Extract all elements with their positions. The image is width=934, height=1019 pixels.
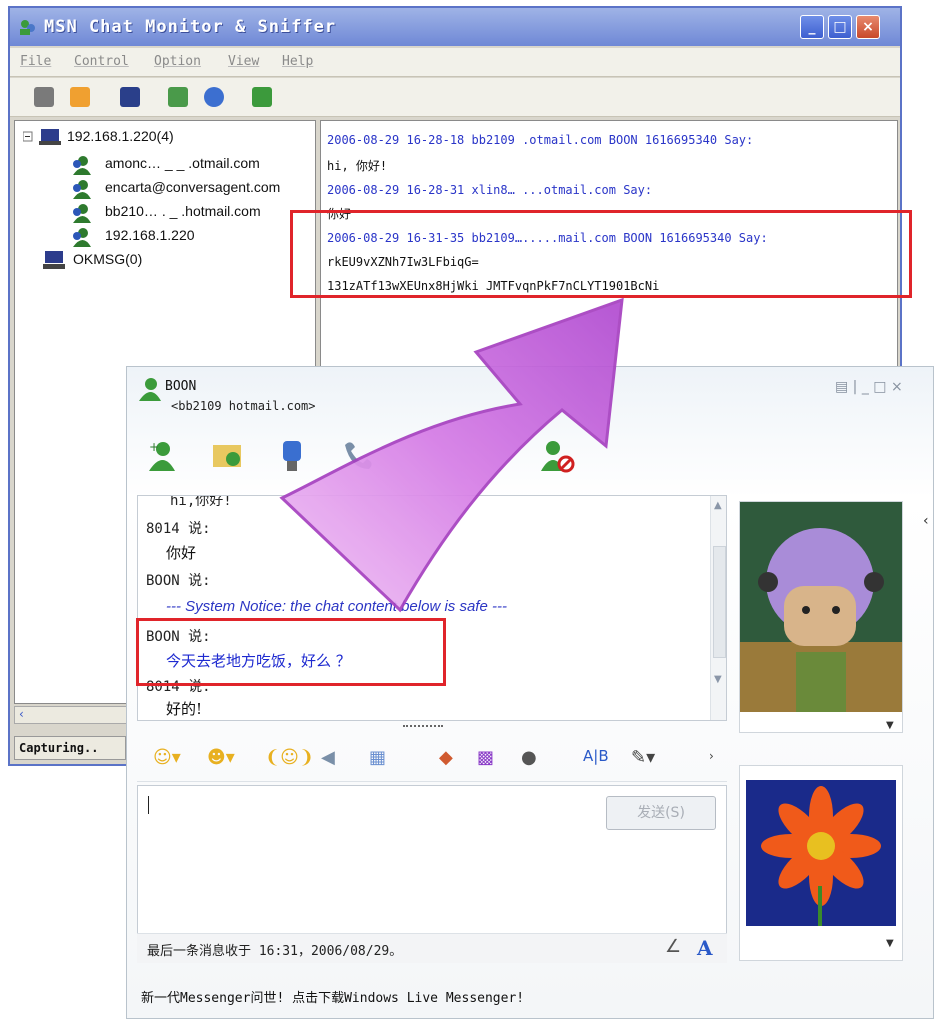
- background-icon[interactable]: ▦: [369, 747, 386, 768]
- tree-root-ip[interactable]: 192.168.1.220(4): [67, 128, 174, 144]
- call-icon[interactable]: [341, 439, 375, 471]
- gif-icon[interactable]: ●: [521, 747, 537, 768]
- video-icon[interactable]: [277, 439, 307, 473]
- share-files-icon[interactable]: [211, 439, 245, 471]
- more-icon[interactable]: ›: [709, 749, 714, 763]
- text-style-icon[interactable]: A|B: [583, 747, 609, 765]
- messenger-window: BOON <bb2109 hotmail.com> ▤ | _ □ × + hi…: [126, 366, 934, 1019]
- chat-history[interactable]: hi,你好! 8014 说: 你好 BOON 说: --- System Not…: [137, 495, 727, 721]
- msn-user-icon: [73, 228, 91, 247]
- expand-icon[interactable]: [23, 129, 63, 145]
- log-header: 2006-08-29 16-28-18 bb2109 .otmail.com B…: [327, 133, 754, 147]
- own-avatar[interactable]: ▼: [739, 765, 903, 961]
- start-icon[interactable]: [34, 87, 54, 107]
- computer-icon: [43, 251, 65, 269]
- svg-text:+: +: [149, 440, 159, 454]
- brush-icon[interactable]: ✎▾: [631, 747, 655, 768]
- log-message: hi, 你好!: [327, 159, 388, 173]
- log-header: 2006-08-29 16-28-31 xlin8… ...otmail.com…: [327, 183, 653, 197]
- messenger-status-bar: 最后一条消息收于 16:31，2006/08/29。 ∠ A: [137, 933, 727, 963]
- maximize-button[interactable]: □: [828, 15, 852, 39]
- wink-icon[interactable]: ☻▾: [207, 747, 235, 768]
- voice-clip-icon[interactable]: ◀: [321, 747, 335, 768]
- palette-icon[interactable]: ▩: [477, 747, 494, 768]
- chat-message: 好的!: [166, 700, 203, 718]
- emoticon-icon[interactable]: ☺▾: [153, 747, 181, 768]
- invite-icon[interactable]: +: [145, 439, 177, 471]
- block-icon[interactable]: [539, 439, 575, 473]
- chat-sender: BOON 说:: [146, 573, 211, 589]
- window-controls[interactable]: ▤ | _ □ ×: [835, 379, 903, 395]
- flower-avatar-image: [746, 780, 896, 926]
- font-icon[interactable]: A: [697, 936, 713, 960]
- save-icon[interactable]: [120, 87, 140, 107]
- format-toolbar: ☺▾ ☻▾ ❨☺❩ ◀ ▦ ◆ ▩ ● A|B ✎▾ ›: [137, 737, 727, 782]
- msn-user-icon: [73, 156, 91, 175]
- menu-option[interactable]: Option: [154, 54, 201, 69]
- close-button[interactable]: ×: [856, 15, 880, 39]
- tree-item[interactable]: 192.168.1.220: [105, 227, 195, 243]
- contact-email: <bb2109 hotmail.com>: [171, 399, 316, 413]
- pause-icon[interactable]: [70, 87, 90, 107]
- highlight-box-chat: [136, 618, 446, 686]
- chat-sender: 8014 说:: [146, 521, 211, 537]
- highlight-box-log: [290, 210, 912, 298]
- avatar-image: [740, 502, 902, 712]
- msn-user-icon: [73, 204, 91, 223]
- scroll-up-icon[interactable]: ▲: [714, 500, 722, 511]
- collapse-panel-icon[interactable]: ‹: [923, 513, 929, 529]
- avatar-dropdown-icon[interactable]: ▼: [886, 720, 894, 731]
- tree-root-okmsg[interactable]: OKMSG(0): [73, 251, 142, 267]
- filter-icon[interactable]: [168, 87, 188, 107]
- font-color-icon[interactable]: ◆: [439, 747, 453, 768]
- msn-user-icon: [73, 180, 91, 199]
- system-notice: --- System Notice: the chat content belo…: [166, 598, 507, 615]
- menu-view[interactable]: View: [228, 54, 259, 69]
- tree-item[interactable]: encarta@conversagent.com: [105, 179, 280, 195]
- sniffer-toolbar: [10, 78, 900, 117]
- minimize-button[interactable]: _: [800, 15, 824, 39]
- messenger-footer[interactable]: 新一代Messenger问世! 点击下载Windows Live Messeng…: [141, 987, 524, 1006]
- sniffer-status: Capturing..: [14, 736, 126, 760]
- text-caret: [148, 796, 149, 814]
- sniffer-title: MSN Chat Monitor & Sniffer: [44, 17, 337, 37]
- tree-item[interactable]: amonc… _ _ .otmail.com: [105, 155, 260, 171]
- contact-name: BOON: [165, 379, 197, 394]
- buddy-icon: [139, 378, 161, 401]
- exit-icon[interactable]: [252, 87, 272, 107]
- send-button[interactable]: 发送(S): [606, 796, 716, 830]
- menu-control[interactable]: Control: [74, 54, 129, 69]
- pane-splitter[interactable]: [403, 725, 443, 731]
- contact-avatar[interactable]: ▼: [739, 501, 903, 733]
- scroll-thumb[interactable]: [713, 546, 726, 658]
- menu-help[interactable]: Help: [282, 54, 313, 69]
- avatar-dropdown-icon[interactable]: ▼: [886, 938, 894, 949]
- chat-message-partial: hi,你好!: [170, 495, 232, 509]
- pen-icon[interactable]: ∠: [665, 936, 681, 957]
- sniffer-menu-bar: File Control Option View Help: [10, 48, 900, 77]
- menu-file[interactable]: File: [20, 54, 51, 69]
- help-icon[interactable]: [204, 87, 224, 107]
- scroll-down-icon[interactable]: ▼: [714, 674, 722, 685]
- sniffer-title-bar[interactable]: MSN Chat Monitor & Sniffer _ □ ×: [10, 8, 900, 46]
- chat-scrollbar[interactable]: ▲ ▼: [710, 496, 726, 720]
- tree-item[interactable]: bb210… . _ .hotmail.com: [105, 203, 261, 219]
- chat-message: 你好: [166, 544, 197, 562]
- app-icon: [20, 20, 35, 35]
- last-message-status: 最后一条消息收于 16:31，2006/08/29。: [147, 944, 403, 959]
- scroll-left-icon[interactable]: ‹: [19, 707, 24, 721]
- nudge-icon[interactable]: ❨☺❩: [265, 747, 314, 768]
